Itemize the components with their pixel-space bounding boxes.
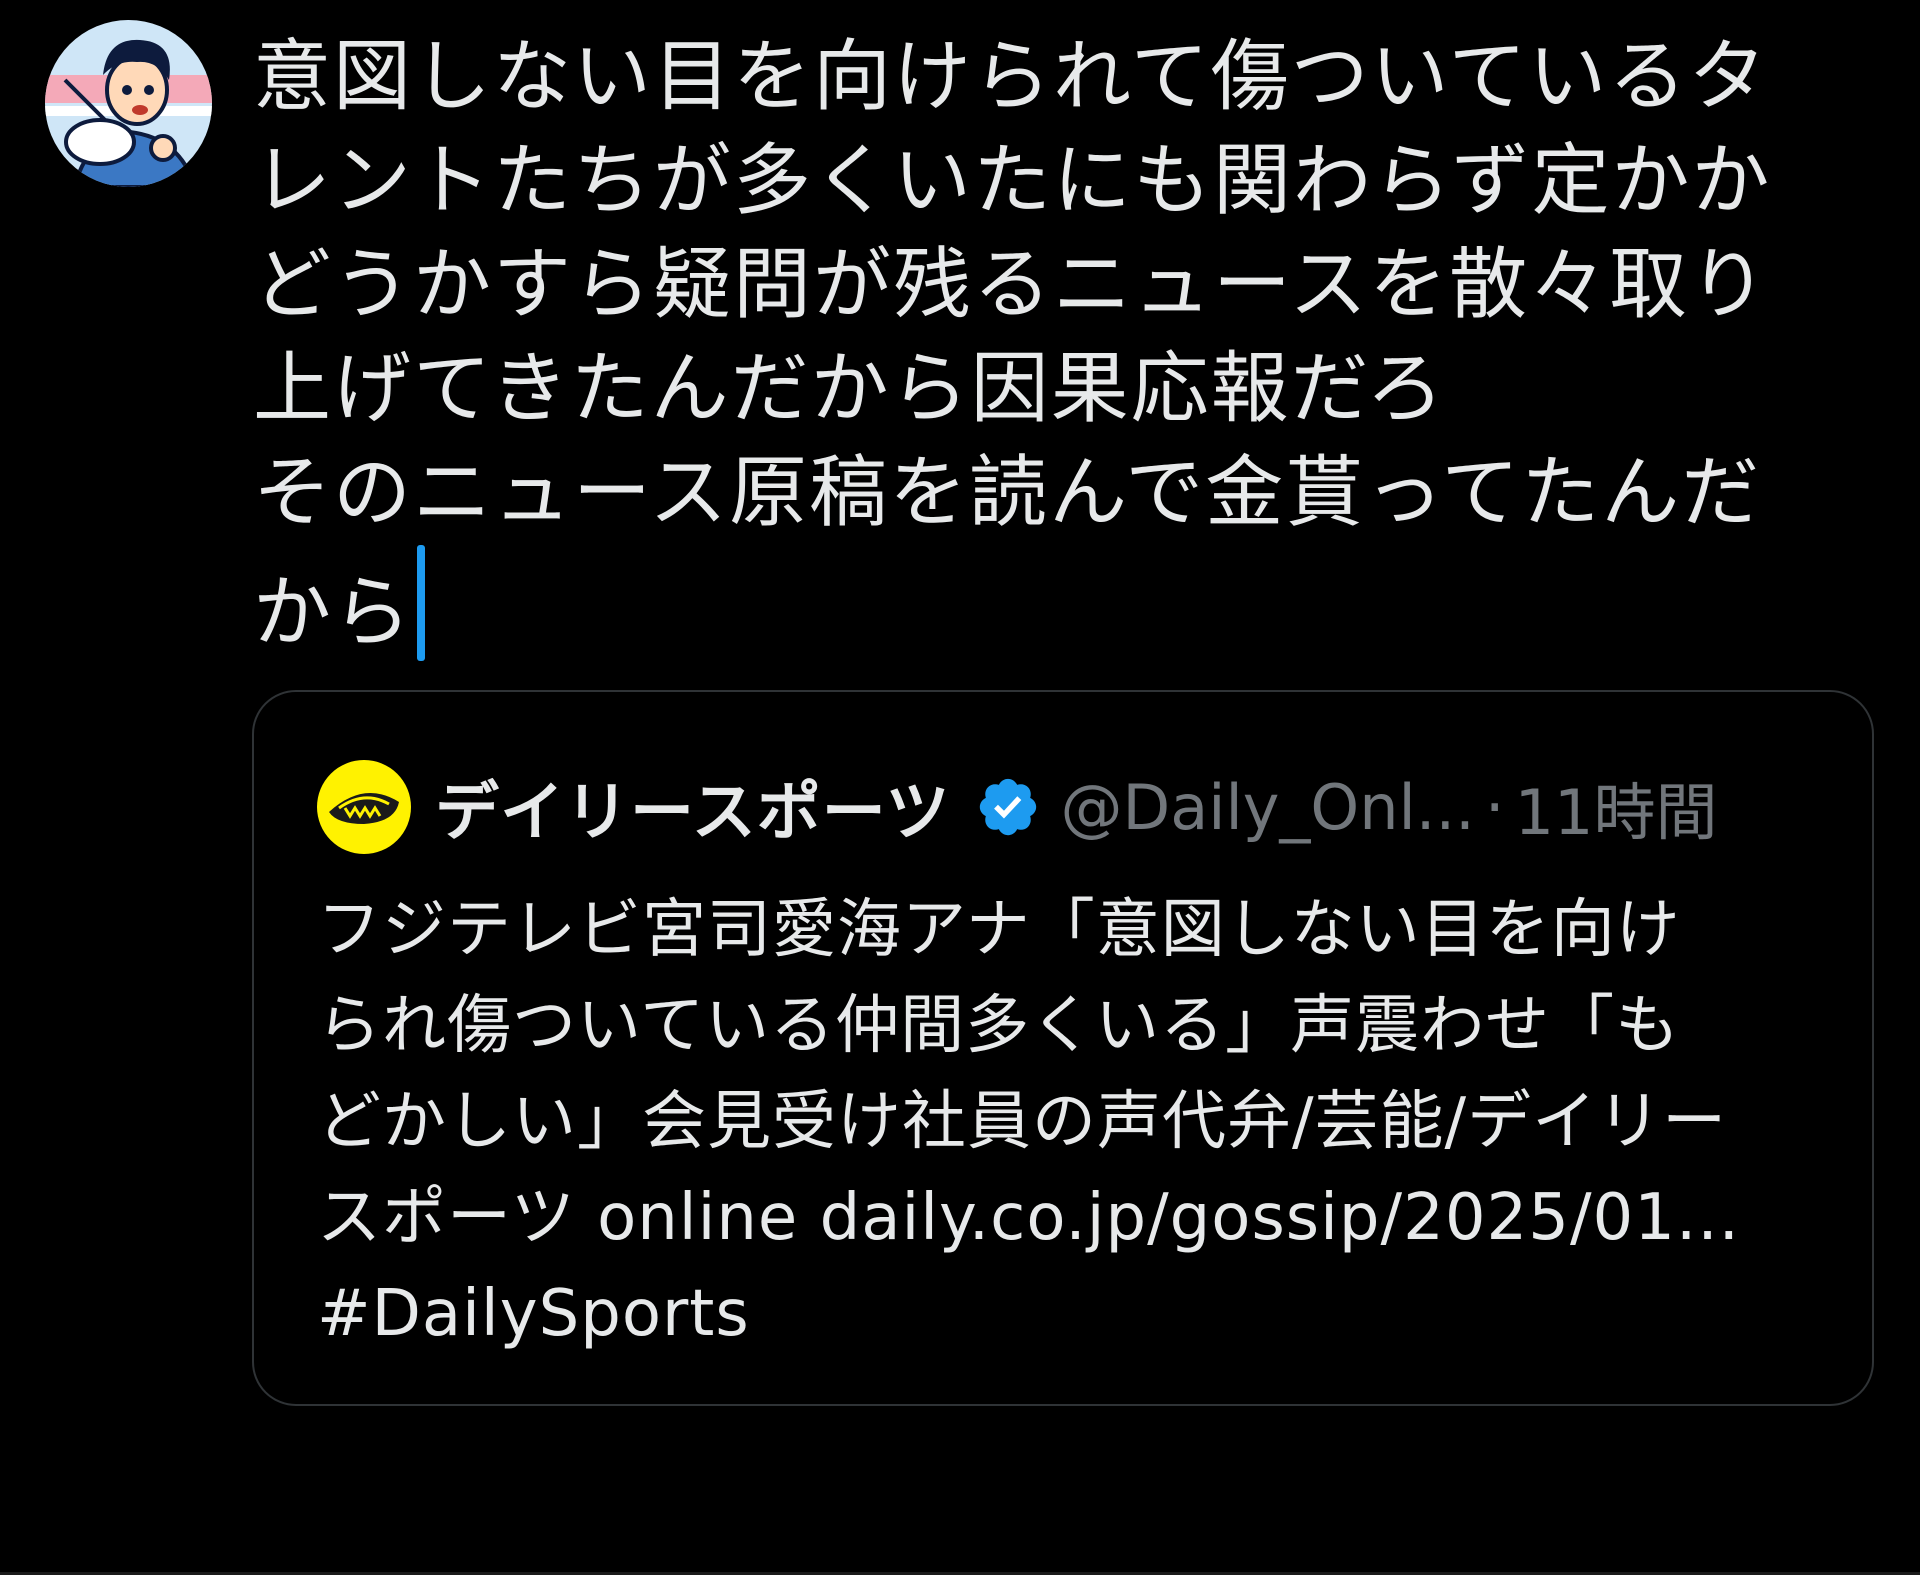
quoted-author-name[interactable]: デイリースポーツ <box>435 761 951 853</box>
quoted-tweet-card[interactable]: デイリースポーツ @Daily_Onl... · 11時間 フジテレビ宮司愛海ア… <box>252 690 1874 1406</box>
quoted-author-avatar[interactable] <box>317 760 411 854</box>
user-avatar-illustration <box>45 20 212 187</box>
daily-sports-logo-icon <box>318 761 410 853</box>
composer-text: 意図しない目を向けられて傷ついているタ レントたちが多くいたにも関わらず定かか … <box>253 32 1772 658</box>
quoted-tweet-timestamp[interactable]: 11時間 <box>1515 762 1718 852</box>
text-caret <box>417 545 426 661</box>
tweet-composer-textarea[interactable]: 意図しない目を向けられて傷ついているタ レントたちが多くいたにも関わらず定かか … <box>253 25 1833 665</box>
quoted-tweet-text: フジテレビ宮司愛海アナ「意図しない目を向け られ傷ついている仲間多くいる」声震わ… <box>317 893 1741 1351</box>
quoted-author-handle[interactable]: @Daily_Onl... <box>1061 771 1475 844</box>
quoted-tweet-header: デイリースポーツ @Daily_Onl... · 11時間 <box>317 757 1717 857</box>
separator-dot: · <box>1484 770 1505 844</box>
author-avatar[interactable] <box>45 20 212 187</box>
verified-badge-icon <box>975 774 1041 840</box>
